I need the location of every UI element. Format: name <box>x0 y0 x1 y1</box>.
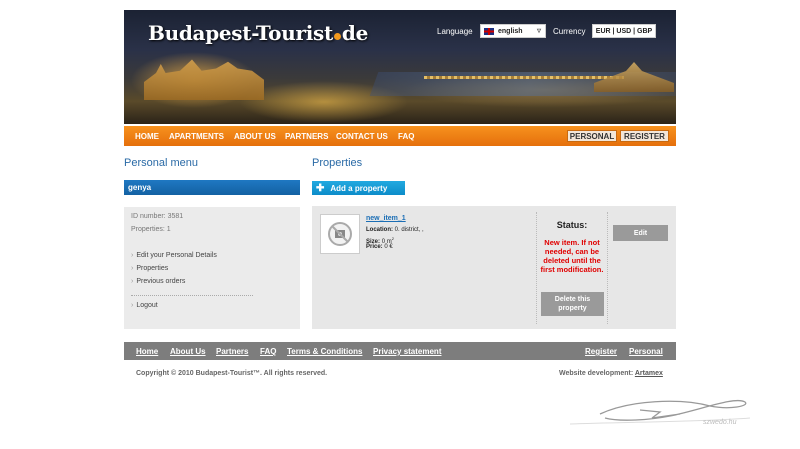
menu-link-previous-orders[interactable]: › Previous orders <box>131 278 185 285</box>
menu-link-label: Edit your Personal Details <box>136 252 217 259</box>
footer-link-faq[interactable]: FAQ <box>260 347 276 356</box>
webdev-label: Website development: <box>559 370 634 377</box>
personal-menu-title: Personal menu <box>124 157 198 169</box>
logo-text: Budapest-Tourist <box>148 21 333 45</box>
menu-link-edit-details[interactable]: › Edit your Personal Details <box>131 252 217 259</box>
no-image-icon <box>328 222 352 246</box>
footer-link-terms[interactable]: Terms & Conditions <box>287 347 362 356</box>
plus-icon: ✚ <box>316 182 325 194</box>
bullet-icon: › <box>131 252 134 259</box>
main-nav: HOME APARTMENTS ABOUT US PARTNERS CONTAC… <box>124 126 676 146</box>
chevron-down-icon: ▿ <box>536 26 541 35</box>
price-label: Price: <box>366 244 383 250</box>
footer-link-privacy[interactable]: Privacy statement <box>373 347 441 356</box>
location-value: 0. district, , <box>394 227 424 233</box>
footer-nav: Home About Us Partners FAQ Terms & Condi… <box>124 342 676 360</box>
size-superscript: 2 <box>391 236 394 241</box>
personal-button[interactable]: PERSONAL <box>567 130 617 142</box>
footer-link-personal[interactable]: Personal <box>629 347 663 356</box>
status-box: Status: New item. If not needed, can be … <box>536 212 608 324</box>
menu-link-logout[interactable]: › Logout <box>131 302 158 309</box>
id-number: ID number: 3581 <box>131 213 184 220</box>
menu-link-properties[interactable]: › Properties <box>131 265 168 272</box>
website-development: Website development: Artamex <box>559 370 663 377</box>
logo-tld: de <box>341 21 368 45</box>
status-title: Status: <box>556 220 588 230</box>
webdev-link[interactable]: Artamex <box>635 370 663 377</box>
bullet-icon: › <box>131 278 134 285</box>
bullet-icon: › <box>131 265 134 272</box>
signature-watermark <box>569 400 751 425</box>
menu-link-label: Logout <box>136 302 158 309</box>
footer-link-home[interactable]: Home <box>136 347 158 356</box>
nav-home[interactable]: HOME <box>135 132 159 141</box>
edit-property-button[interactable]: Edit <box>613 225 668 241</box>
price-value: 0 € <box>384 244 393 250</box>
nav-partners[interactable]: PARTNERS <box>285 132 328 141</box>
currency-switcher[interactable]: EUR | USD | GBP <box>592 24 656 38</box>
copyright-text: Copyright © 2010 Budapest-Tourist™. All … <box>136 370 328 377</box>
menu-link-label: Properties <box>136 265 169 272</box>
footer-link-partners[interactable]: Partners <box>216 347 248 356</box>
status-message: New item. If not needed, can be deleted … <box>540 238 604 274</box>
add-property-button[interactable]: ✚ Add a property <box>312 181 405 195</box>
footer-link-register[interactable]: Register <box>585 347 617 356</box>
delete-property-button[interactable]: Delete this property <box>541 292 604 316</box>
nav-contact-us[interactable]: CONTACT US <box>336 132 388 141</box>
uk-flag-icon <box>484 27 494 35</box>
language-label: Language <box>437 27 473 36</box>
logo-dot-icon <box>333 33 341 40</box>
nav-about-us[interactable]: ABOUT US <box>234 132 276 141</box>
currency-label: Currency <box>553 27 586 36</box>
chain-bridge-illustration <box>424 76 624 79</box>
register-button[interactable]: REGISTER <box>620 130 669 142</box>
property-price: Price: 0 € <box>366 244 393 250</box>
site-logo[interactable]: Budapest-Tourist de <box>148 21 368 45</box>
username-bar: genya <box>124 180 300 195</box>
add-property-label: Add a property <box>330 183 388 193</box>
language-select[interactable]: english ▿ <box>480 24 546 38</box>
properties-count: Properties: 1 <box>131 226 171 233</box>
personal-menu-panel: ID number: 3581 Properties: 1 › Edit your… <box>124 207 300 329</box>
property-name-link[interactable]: new_item_1 <box>366 215 406 222</box>
property-location: Location: 0. district, , <box>366 227 424 233</box>
menu-link-label: Previous orders <box>136 278 186 285</box>
watermark-text: szwedo.hu <box>703 419 737 426</box>
menu-divider <box>131 295 253 296</box>
properties-title: Properties <box>312 157 363 169</box>
nav-faq[interactable]: FAQ <box>398 132 414 141</box>
footer-link-about-us[interactable]: About Us <box>170 347 206 356</box>
property-thumbnail[interactable] <box>320 214 360 254</box>
location-label: Location: <box>366 227 393 233</box>
language-value: english <box>498 27 523 35</box>
bullet-icon: › <box>131 302 134 309</box>
nav-apartments[interactable]: APARTMENTS <box>169 132 224 141</box>
castle-illustration <box>144 59 264 100</box>
property-card: new_item_1 Location: 0. district, , Size… <box>312 206 676 329</box>
